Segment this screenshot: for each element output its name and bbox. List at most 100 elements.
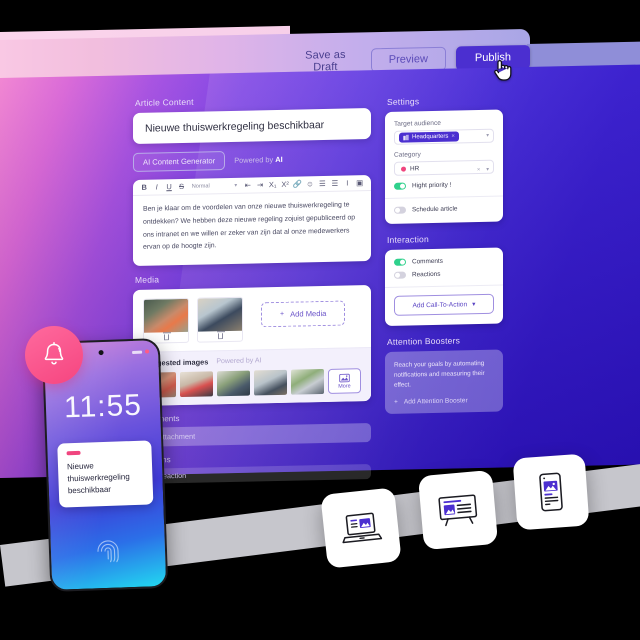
notification-tag (66, 450, 81, 455)
media-thumbnail[interactable] (197, 296, 243, 343)
phone-notification[interactable]: Nieuwe thuiswerkregeling beschikbaar (57, 440, 154, 508)
settings-column: Settings Target audience Headquarters × … (385, 95, 503, 415)
clear-format-icon[interactable]: I (341, 175, 353, 191)
chevron-down-icon[interactable]: ▾ (485, 167, 489, 173)
chevron-down-icon[interactable]: ▾ (230, 177, 241, 193)
comments-row[interactable]: Comments (394, 257, 494, 266)
mobile-phone-icon (539, 472, 563, 512)
underline-icon[interactable]: U (163, 179, 175, 195)
reactions-toggle[interactable] (394, 271, 406, 279)
add-media-button[interactable]: + Add Media (261, 300, 346, 328)
suggested-image[interactable] (253, 369, 287, 396)
add-attention-booster-label: Add Attention Booster (403, 397, 468, 406)
reactions-label: Reactions (412, 270, 441, 279)
interaction-card: Comments Reactions Add Call-To-Action ▾ (385, 247, 503, 326)
target-audience-value: Headquarters (412, 133, 449, 141)
editor-body-text[interactable]: Ben je klaar om de voordelen van onze ni… (133, 191, 371, 266)
battery-icon (132, 350, 143, 354)
link-icon[interactable]: 🔗 (291, 176, 303, 192)
trash-icon[interactable] (217, 333, 223, 340)
category-color-dot (401, 166, 406, 172)
superscript-icon[interactable]: X² (279, 176, 291, 192)
powered-by-prefix: Powered by (234, 155, 276, 165)
suggested-image[interactable] (290, 369, 324, 395)
settings-label: Settings (387, 96, 420, 107)
settings-divider (385, 195, 503, 199)
remove-chip-icon[interactable]: × (451, 134, 455, 140)
table-icon[interactable]: ▣ (353, 175, 365, 191)
clear-icon[interactable]: × (477, 167, 480, 173)
media-thumbnail-image (144, 298, 188, 333)
chevron-down-icon[interactable]: ▾ (486, 133, 489, 139)
emoji-icon[interactable]: ☺ (304, 176, 316, 192)
device-card-monitor[interactable] (417, 469, 499, 551)
indent-decrease-icon[interactable]: ⇤ (242, 177, 254, 193)
target-audience-chip[interactable]: Headquarters × (399, 131, 459, 143)
media-thumbnails: + Add Media (133, 285, 371, 352)
reactions-row[interactable]: Reactions (394, 270, 494, 279)
trash-icon[interactable] (163, 334, 169, 341)
strikethrough-icon[interactable]: S (175, 178, 187, 194)
comments-toggle[interactable] (394, 258, 406, 266)
attachments-label: Attachments (135, 410, 371, 424)
subscript-icon[interactable]: X₁ (266, 176, 278, 192)
high-priority-row[interactable]: Hight priority ! (394, 181, 494, 190)
hand-pointer-cursor (494, 60, 512, 81)
image-icon (339, 373, 350, 382)
suggested-image[interactable] (216, 370, 250, 397)
attention-boosters-label: Attention Boosters (387, 335, 461, 347)
ordered-list-icon[interactable]: ☰ (316, 175, 328, 191)
category-select[interactable]: HR × ▾ (394, 159, 494, 176)
device-card-mobile[interactable] (512, 453, 590, 531)
add-call-to-action-button[interactable]: Add Call-To-Action ▾ (394, 293, 494, 316)
ai-content-generator-button[interactable]: AI Content Generator (133, 151, 226, 172)
powered-by-brand: AI (275, 154, 283, 165)
device-card-laptop[interactable] (320, 487, 402, 569)
italic-icon[interactable]: I (150, 179, 162, 195)
category-value-group: HR (399, 165, 419, 172)
rich-text-editor: B I U S Normal ▾ ⇤ ⇥ X₁ X² 🔗 ☺ ☰ ☰ I ▣ B… (133, 175, 371, 267)
suggested-images-row: More (143, 368, 362, 398)
fingerprint-icon[interactable] (94, 536, 121, 567)
plus-icon: + (394, 398, 398, 406)
add-attachment-button[interactable]: Add Attachment (133, 423, 371, 448)
suggested-powered-label: Powered by AI (216, 357, 262, 366)
more-images-button[interactable]: More (327, 368, 362, 394)
article-content-column: Article Content Nieuwe thuiswerkregeling… (133, 93, 371, 485)
article-title-input[interactable]: Nieuwe thuiswerkregeling beschikbaar (133, 108, 371, 144)
status-dot-icon (144, 349, 150, 354)
paragraph-style-select[interactable]: Normal (188, 177, 230, 194)
building-icon (403, 134, 409, 141)
phone-clock: 11:55 (63, 388, 143, 425)
bullet-list-icon[interactable]: ☰ (329, 175, 341, 191)
illustration-stage: Save as Draft Preview Publish Article Co… (0, 0, 640, 640)
media-thumbnail[interactable] (143, 297, 189, 344)
media-thumbnail-image (198, 297, 242, 332)
indent-increase-icon[interactable]: ⇥ (254, 177, 266, 193)
cta-label: Add Call-To-Action (412, 300, 468, 309)
suggested-image[interactable] (179, 371, 213, 398)
add-reaction-button[interactable]: Add Reaction (133, 464, 371, 485)
category-value: HR (410, 164, 420, 172)
suggested-images-section: Suggested images Powered by AI More (133, 347, 371, 407)
schedule-article-row[interactable]: Schedule article (394, 205, 494, 214)
suggested-images-header: Suggested images Powered by AI (143, 354, 361, 367)
desktop-monitor-icon (438, 494, 478, 527)
notification-bell-badge (25, 326, 83, 384)
high-priority-toggle[interactable] (394, 182, 406, 190)
media-thumbnail-actions (198, 331, 242, 342)
chevron-down-icon[interactable]: ▾ (472, 300, 475, 308)
article-title-card: Nieuwe thuiswerkregeling beschikbaar (133, 108, 371, 144)
comments-label: Comments (412, 257, 443, 266)
bell-icon (44, 342, 64, 365)
settings-card: Target audience Headquarters × ▾ Categor… (385, 109, 503, 224)
media-card: + Add Media Suggested images Powered by … (133, 285, 371, 407)
target-audience-select[interactable]: Headquarters × ▾ (394, 128, 494, 145)
attention-boosters-card: Reach your goals by automating notificat… (385, 349, 503, 415)
add-attention-booster-button[interactable]: + Add Attention Booster (394, 397, 494, 406)
plus-icon: + (280, 310, 285, 318)
interaction-label: Interaction (387, 234, 429, 245)
schedule-article-toggle[interactable] (394, 206, 406, 214)
bold-icon[interactable]: B (138, 179, 150, 195)
schedule-article-label: Schedule article (412, 205, 458, 214)
